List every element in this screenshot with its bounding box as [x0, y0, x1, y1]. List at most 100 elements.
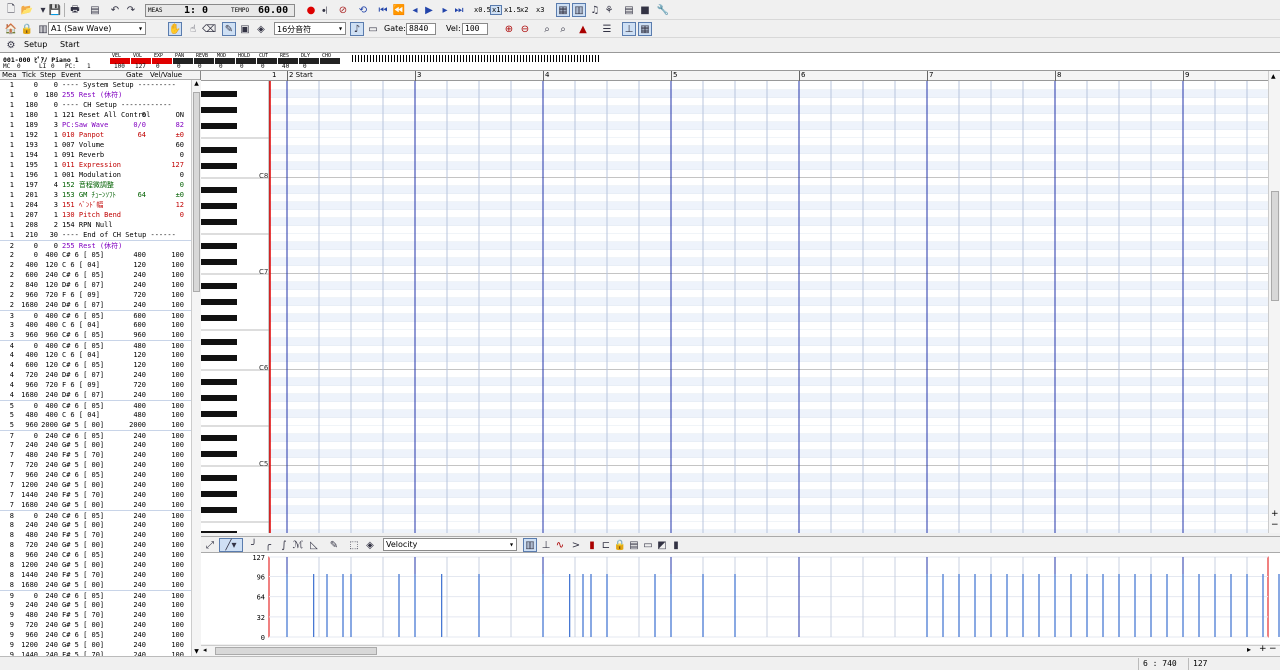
tool-icon[interactable]: 🔧	[656, 3, 670, 17]
piano-roll[interactable]: 1 2 Start 3 4 5 6 7 8 9 C8 C7 C6 C5	[201, 71, 1268, 533]
speed-x2[interactable]: x2	[520, 6, 528, 14]
pitch-row[interactable]	[269, 434, 1268, 442]
black-key[interactable]	[201, 147, 237, 153]
black-key[interactable]	[201, 259, 237, 265]
list-row[interactable]: 1 180 1 121 Reset All Control 0 ON	[0, 110, 200, 120]
lock-icon[interactable]: 🔒	[613, 538, 627, 552]
pitch-row[interactable]	[269, 458, 1268, 466]
pitch-row[interactable]	[269, 234, 1268, 242]
list-row[interactable]: 5 960 2000 G# 5 [ 00] 2000 100	[0, 420, 200, 430]
pitch-row[interactable]	[269, 186, 1268, 194]
param-meter[interactable]	[194, 58, 214, 64]
pitch-row[interactable]	[269, 490, 1268, 498]
black-key[interactable]	[201, 395, 237, 401]
paint-bucket-icon[interactable]: ◈	[254, 22, 268, 36]
snap-icon[interactable]: ⊥	[622, 22, 636, 36]
square-select-icon[interactable]: ▣	[238, 22, 252, 36]
list-row[interactable]: 8 1200 240 G# 5 [ 00] 240 100	[0, 560, 200, 570]
pitch-row[interactable]	[269, 298, 1268, 306]
list-row[interactable]: 8 240 240 G# 5 [ 00] 240 100	[0, 520, 200, 530]
graph-icon[interactable]: ◩	[655, 538, 669, 552]
pitch-row[interactable]	[269, 370, 1268, 378]
monitor-icon[interactable]: ■	[638, 3, 652, 17]
list-row[interactable]: 1 180 0 ---- CH Setup ------------	[0, 100, 200, 110]
piano-roll-vscroll[interactable]: ▲ + −	[1268, 71, 1280, 533]
list-row[interactable]: 1 0 180 255 Rest (休符)	[0, 90, 200, 100]
zoom-in-icon[interactable]: ⊕	[502, 22, 516, 36]
param-meter[interactable]	[215, 58, 235, 64]
paint-bucket-icon[interactable]: ◈	[363, 538, 377, 552]
list-row[interactable]: 7 720 240 G# 5 [ 00] 240 100	[0, 460, 200, 470]
list-row[interactable]: 2 1680 240 D# 6 [ 07] 240 100	[0, 300, 200, 310]
print-icon[interactable]: 🖶	[68, 3, 82, 17]
list-row[interactable]: 7 0 240 C# 6 [ 05] 240 100	[0, 430, 200, 440]
list-row[interactable]: 1 207 1 130 Pitch Bend 0	[0, 210, 200, 220]
list-row[interactable]: 1 208 2 154 RPN Null	[0, 220, 200, 230]
list-row[interactable]: 1 197 4 152 音程微調整 0	[0, 180, 200, 190]
pitch-row[interactable]	[269, 90, 1268, 98]
document-icon[interactable]: ▤	[88, 3, 102, 17]
list-view-icon[interactable]: ▦	[556, 3, 570, 17]
list-row[interactable]: 4 960 720 F 6 [ 09] 720 100	[0, 380, 200, 390]
pitch-row[interactable]	[269, 218, 1268, 226]
zoom-v-icon[interactable]: ⌕	[556, 22, 570, 36]
list-row[interactable]: 7 960 240 C# 6 [ 05] 240 100	[0, 470, 200, 480]
black-key[interactable]	[201, 107, 237, 113]
zoom-plus-icon[interactable]: +	[1259, 644, 1267, 654]
pitch-row[interactable]	[269, 122, 1268, 130]
step-forward-icon[interactable]: ▸	[438, 3, 452, 17]
list-row[interactable]: 9 240 240 G# 5 [ 00] 240 100	[0, 600, 200, 610]
bars-view-icon[interactable]: ▥	[523, 538, 537, 552]
pitch-row[interactable]	[269, 314, 1268, 322]
window-icon[interactable]: ▭	[641, 538, 655, 552]
black-key[interactable]	[201, 163, 237, 169]
open-folder-icon[interactable]: 📂	[20, 3, 34, 17]
pitch-row[interactable]	[269, 442, 1268, 450]
list-row[interactable]: 1 195 1 011 Expression 127	[0, 160, 200, 170]
list-row[interactable]: 3 0 400 C# 6 [ 05] 600 100	[0, 310, 200, 320]
greater-icon[interactable]: >	[569, 538, 583, 552]
pitch-row[interactable]	[269, 226, 1268, 234]
zoom-h-icon[interactable]: ⌕	[540, 22, 554, 36]
velocity-pane[interactable]: 127 96 64 32 0	[201, 552, 1280, 644]
list-row[interactable]: 7 1200 240 G# 5 [ 00] 240 100	[0, 480, 200, 490]
pitch-row[interactable]	[269, 338, 1268, 346]
hand-tool-2-icon[interactable]: ☝	[186, 22, 200, 36]
mute-icon[interactable]: ⊘	[336, 3, 350, 17]
save-icon[interactable]: 💾	[48, 3, 62, 17]
curve-3-icon[interactable]: ∫	[277, 538, 291, 552]
pitch-row[interactable]	[269, 146, 1268, 154]
black-key[interactable]	[201, 411, 237, 417]
pitch-row[interactable]	[269, 498, 1268, 506]
mixer-icon[interactable]: ▤	[622, 3, 636, 17]
black-key[interactable]	[201, 283, 237, 289]
param-meter[interactable]	[236, 58, 256, 64]
step-back-icon[interactable]: ◂	[408, 3, 422, 17]
zoom-minus-icon[interactable]: −	[1269, 644, 1277, 654]
black-key[interactable]	[201, 187, 237, 193]
pitch-row[interactable]	[269, 330, 1268, 338]
piano-roll-grid[interactable]: C8 C7 C6 C5	[201, 81, 1268, 533]
pitch-row[interactable]	[269, 266, 1268, 274]
scroll-down-icon[interactable]: ▼	[193, 648, 200, 656]
list-row[interactable]: 2 840 120 D# 6 [ 07] 240 100	[0, 280, 200, 290]
list-row[interactable]: 9 0 240 C# 6 [ 05] 240 100	[0, 590, 200, 600]
black-key[interactable]	[201, 531, 237, 533]
curve-1-icon[interactable]: ╯	[247, 538, 261, 552]
black-key[interactable]	[201, 507, 237, 513]
list-row[interactable]: 1 193 1 007 Volume 60	[0, 140, 200, 150]
pitch-row[interactable]	[269, 418, 1268, 426]
piano-roll-view-icon[interactable]: ▥	[572, 3, 586, 17]
list-row[interactable]: 4 600 120 C# 6 [ 05] 120 100	[0, 360, 200, 370]
scroll-thumb[interactable]	[193, 92, 200, 292]
list-row[interactable]: 8 480 240 F# 5 [ 70] 240 100	[0, 530, 200, 540]
pitch-row[interactable]	[269, 194, 1268, 202]
staff-view-icon[interactable]: ♫	[588, 3, 602, 17]
pitch-row[interactable]	[269, 282, 1268, 290]
list-row[interactable]: 1 194 1 091 Reverb 0	[0, 150, 200, 160]
freehand-icon[interactable]: ℳ	[291, 538, 305, 552]
gate-input[interactable]: 8840	[406, 23, 436, 35]
list-row[interactable]: 4 1680 240 D# 6 [ 07] 240 100	[0, 390, 200, 400]
param-meter[interactable]	[299, 58, 319, 64]
pitch-row[interactable]	[269, 178, 1268, 186]
